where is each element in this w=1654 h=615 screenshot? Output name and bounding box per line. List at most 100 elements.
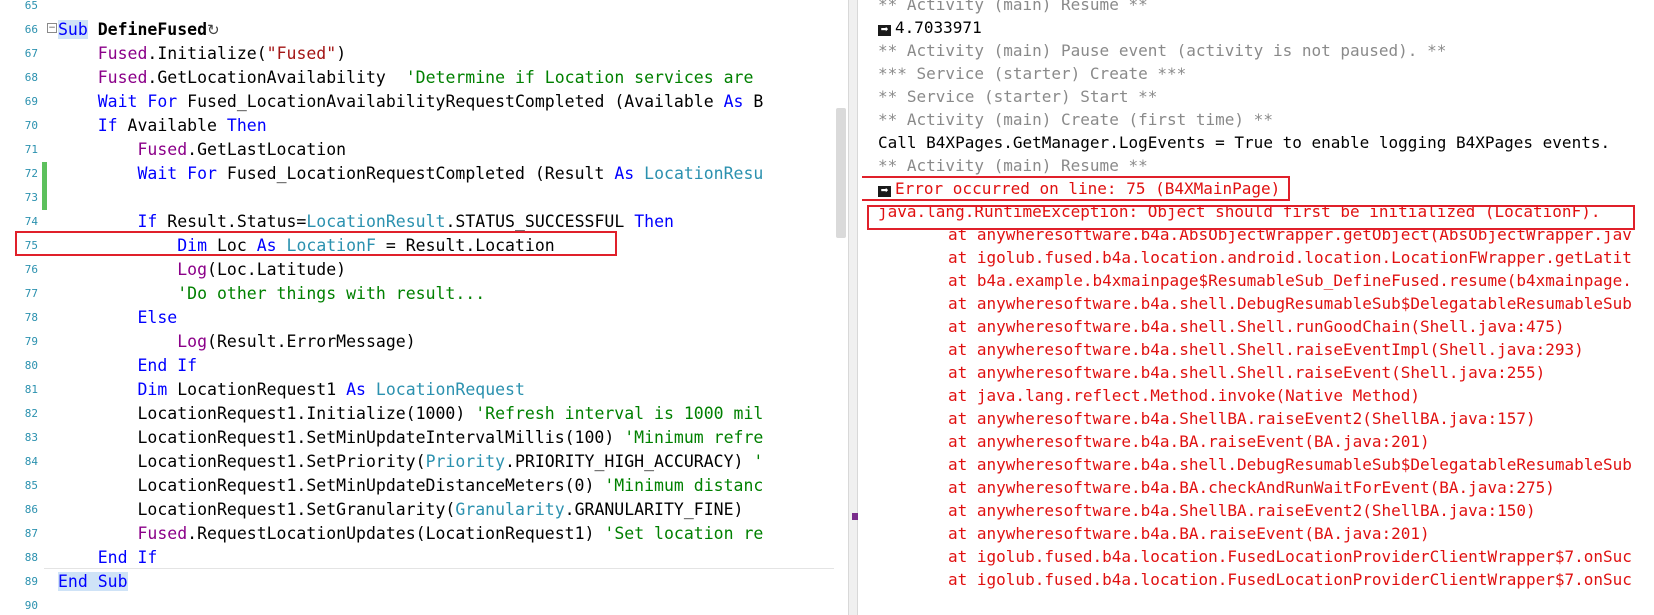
- log-line[interactable]: Call B4XPages.GetManager.LogEvents = Tru…: [878, 131, 1610, 155]
- code-token: If: [137, 212, 158, 231]
- code-line[interactable]: Wait For Fused_LocationRequestCompleted …: [58, 162, 763, 186]
- log-line[interactable]: at anywheresoftware.b4a.BA.raiseEvent(BA…: [948, 430, 1430, 454]
- code-token: Granularity: [455, 500, 565, 519]
- code-line[interactable]: Sub DefineFused↻: [58, 18, 220, 42]
- code-line[interactable]: LocationRequest1.SetPriority(Priority.PR…: [58, 450, 763, 474]
- line-number: 81: [24, 383, 38, 396]
- log-line[interactable]: at anywheresoftware.b4a.ShellBA.raiseEve…: [948, 499, 1536, 523]
- code-token: 'Minimum refre: [624, 428, 764, 447]
- code-token: 'Set location re: [604, 524, 764, 543]
- log-line[interactable]: at anywheresoftware.b4a.shell.DebugResum…: [948, 292, 1632, 316]
- code-line[interactable]: LocationRequest1.SetMinUpdateDistanceMet…: [58, 474, 763, 498]
- error-line-box: [862, 176, 1290, 201]
- code-token: End Sub: [58, 572, 128, 591]
- code-token: (Result.ErrorMessage): [207, 332, 416, 351]
- log-line[interactable]: at igolub.fused.b4a.location.FusedLocati…: [948, 545, 1632, 569]
- code-token: LocationRequest1.SetPriority(: [58, 452, 426, 471]
- line-number: 76: [24, 263, 38, 276]
- code-token: .STATUS_SUCCESSFUL: [445, 212, 635, 231]
- line-number: 86: [24, 503, 38, 516]
- code-area[interactable]: Sub DefineFused↻ Fused.Initialize("Fused…: [44, 0, 834, 615]
- log-line[interactable]: at anywheresoftware.b4a.ShellBA.raiseEve…: [948, 407, 1536, 431]
- line-number: 72: [24, 167, 38, 180]
- log-line[interactable]: at anywheresoftware.b4a.shell.Shell.runG…: [948, 315, 1565, 339]
- code-token: Fused: [97, 68, 148, 87]
- code-token: ): [336, 44, 347, 63]
- line-number: 82: [24, 407, 38, 420]
- code-line[interactable]: LocationRequest1.Initialize(1000) 'Refre…: [58, 402, 763, 426]
- code-line[interactable]: Fused.RequestLocationUpdates(LocationReq…: [58, 522, 763, 546]
- splitter-marker: [852, 513, 858, 520]
- line-number: 90: [24, 599, 38, 612]
- code-token: Log: [177, 260, 208, 279]
- code-token: Fused_LocationAvailabilityRequestComplet…: [177, 92, 724, 111]
- line-number: 69: [24, 95, 38, 108]
- error-line-highlight-box: [15, 231, 617, 256]
- code-separator: [44, 568, 834, 569]
- line-number: 68: [24, 71, 38, 84]
- code-line[interactable]: LocationRequest1.SetMinUpdateIntervalMil…: [58, 426, 763, 450]
- code-token: (Loc.Latitude): [207, 260, 347, 279]
- code-token: Then: [226, 116, 267, 135]
- code-line[interactable]: End If: [58, 546, 158, 570]
- log-line[interactable]: at anywheresoftware.b4a.BA.checkAndRunWa…: [948, 476, 1555, 500]
- logs-panel[interactable]: at igolub.fused.b4a.location.FusedLocati…: [862, 0, 1654, 615]
- code-token: End If: [97, 548, 158, 567]
- code-editor[interactable]: 65 66 67 68 69 70 71 72 73 74 75 76 77 78 79 80 81 82 83 84…: [0, 0, 835, 615]
- log-line[interactable]: at igolub.fused.b4a.location.android.loc…: [948, 246, 1632, 270]
- log-text: at b4a.example.b4xmainpage$ResumableSub_…: [948, 271, 1632, 290]
- log-line[interactable]: at anywheresoftware.b4a.shell.Shell.rais…: [948, 338, 1584, 362]
- code-line[interactable]: Fused.Initialize("Fused"): [58, 42, 346, 66]
- code-line[interactable]: Fused.GetLocationAvailability 'Determine…: [58, 66, 754, 90]
- code-line[interactable]: Wait For Fused_LocationAvailabilityReque…: [58, 90, 764, 114]
- log-line[interactable]: ** Activity (main) Pause event (activity…: [878, 39, 1446, 63]
- code-line[interactable]: Dim LocationRequest1 As LocationRequest: [58, 378, 524, 402]
- log-line[interactable]: at java.lang.reflect.Method.invoke(Nativ…: [948, 384, 1420, 408]
- log-line[interactable]: at anywheresoftware.b4a.shell.Shell.rais…: [948, 361, 1545, 385]
- code-line[interactable]: Log(Result.ErrorMessage): [58, 330, 416, 354]
- log-line[interactable]: ** Activity (main) Resume **: [878, 154, 1148, 178]
- log-line[interactable]: at b4a.example.b4xmainpage$ResumableSub_…: [948, 269, 1632, 293]
- log-text: at anywheresoftware.b4a.shell.Shell.rais…: [948, 340, 1584, 359]
- code-line[interactable]: Fused.GetLastLocation: [58, 138, 346, 162]
- log-text: at anywheresoftware.b4a.shell.Shell.rais…: [948, 363, 1546, 382]
- code-token: .RequestLocationUpdates(LocationRequest1…: [187, 524, 605, 543]
- log-line[interactable]: at anywheresoftware.b4a.BA.raiseEvent(BA…: [948, 522, 1430, 546]
- log-line[interactable]: at igolub.fused.b4a.location.FusedLocati…: [948, 568, 1632, 592]
- editor-scrollbar-thumb[interactable]: [836, 108, 846, 238]
- log-text: at anywheresoftware.b4a.BA.raiseEvent(BA…: [948, 432, 1430, 451]
- code-token: .PRIORITY_HIGH_ACCURACY): [505, 452, 754, 471]
- line-number: 71: [24, 143, 38, 156]
- code-line[interactable]: End Sub: [58, 570, 128, 594]
- log-line[interactable]: at anywheresoftware.b4a.shell.DebugResum…: [948, 453, 1632, 477]
- panel-splitter[interactable]: [848, 0, 858, 615]
- code-line[interactable]: End If: [58, 354, 197, 378]
- log-line[interactable]: *** Service (starter) Create ***: [878, 62, 1186, 86]
- log-line[interactable]: ** Activity (main) Create (first time) *…: [878, 108, 1273, 132]
- code-line[interactable]: Else: [58, 306, 177, 330]
- log-text: ** Activity (main) Resume **: [878, 156, 1148, 175]
- code-line[interactable]: Log(Loc.Latitude): [58, 258, 346, 282]
- log-line[interactable]: ** Activity (main) Resume **: [878, 0, 1148, 17]
- code-token: 'Do other things with result...: [177, 284, 486, 303]
- code-token: Wait For: [137, 164, 217, 183]
- log-line[interactable]: ➡ 4.7033971: [878, 16, 982, 40]
- code-token: Wait For: [97, 92, 178, 111]
- log-text: at anywheresoftware.b4a.BA.raiseEvent(BA…: [948, 524, 1430, 543]
- code-token: ': [753, 452, 764, 471]
- code-line[interactable]: If Available Then: [58, 114, 267, 138]
- code-token: .GRANULARITY_FINE): [564, 500, 744, 519]
- log-line[interactable]: ** Service (starter) Start **: [878, 85, 1157, 109]
- code-token: Available: [117, 116, 227, 135]
- code-token: Fused: [137, 524, 188, 543]
- code-line[interactable]: 'Do other things with result...: [58, 282, 485, 306]
- code-line[interactable]: LocationRequest1.SetGranularity(Granular…: [58, 498, 743, 522]
